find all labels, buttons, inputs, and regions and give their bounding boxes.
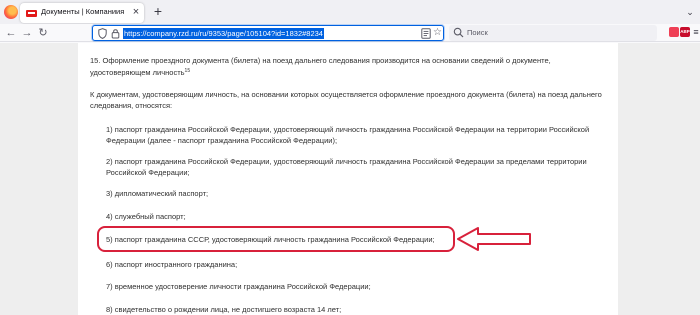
page-viewport: 15. Оформление проездного документа (бил… (0, 43, 700, 315)
back-arrow-icon[interactable]: ← (4, 26, 18, 40)
tab-title: Документы | Компаниия (41, 7, 125, 16)
paragraph-15-text: 15. Оформление проездного документа (бил… (90, 56, 551, 77)
list-item: 3) дипломатический паспорт; (106, 189, 209, 198)
list-item: 8) свидетельство о рождении лица, не дос… (106, 305, 342, 314)
lock-icon[interactable] (111, 28, 120, 39)
list-item: 1) паспорт гражданина Российской Федерац… (106, 125, 590, 145)
bookmark-star-icon[interactable]: ☆ (433, 27, 444, 39)
search-input[interactable]: Поиск (467, 28, 488, 37)
list-item: 7) временное удостоверение личности граж… (106, 282, 371, 291)
reload-icon[interactable]: ↻ (36, 26, 50, 40)
url-text[interactable]: https://company.rzd.ru/ru/9353/page/1051… (123, 28, 324, 39)
pocket-icon[interactable] (669, 27, 679, 37)
new-tab-button[interactable]: + (150, 3, 166, 19)
menu-icon[interactable]: ≡ (691, 27, 700, 37)
shield-icon[interactable] (98, 28, 107, 39)
list-item: 2) паспорт гражданина Российской Федерац… (106, 157, 587, 177)
adblock-icon[interactable]: ABP (680, 27, 690, 37)
url-bar[interactable]: https://company.rzd.ru/ru/9353/page/1051… (92, 25, 444, 41)
list-item: 6) паспорт иностранного гражданина; (106, 260, 238, 269)
paragraph-15: 15. Оформление проездного документа (бил… (90, 55, 610, 78)
tab-documents[interactable]: Документы | Компаниия × (20, 3, 144, 23)
rzd-favicon-icon (26, 10, 37, 17)
footnote-ref[interactable]: 15 (185, 68, 191, 74)
navigation-toolbar: ← → ↻ https://company.rzd.ru/ru/9353/pag… (0, 24, 700, 42)
search-icon (453, 27, 464, 38)
annotation-arrow-icon (457, 227, 531, 251)
reader-view-icon[interactable] (421, 28, 431, 39)
close-icon[interactable]: × (130, 6, 142, 18)
firefox-logo-icon[interactable] (4, 5, 18, 19)
tab-strip: Документы | Компаниия × + ⌄ (0, 0, 700, 24)
chevron-down-icon[interactable]: ⌄ (683, 5, 697, 19)
forward-arrow-icon[interactable]: → (20, 26, 34, 40)
list-lead: К документам, удостоверяющим личность, н… (90, 90, 602, 110)
search-bar[interactable]: Поиск (449, 25, 657, 41)
list-item: 4) служебный паспорт; (106, 212, 186, 221)
highlight-annotation-box (97, 226, 455, 252)
document-sheet: 15. Оформление проездного документа (бил… (78, 43, 618, 315)
